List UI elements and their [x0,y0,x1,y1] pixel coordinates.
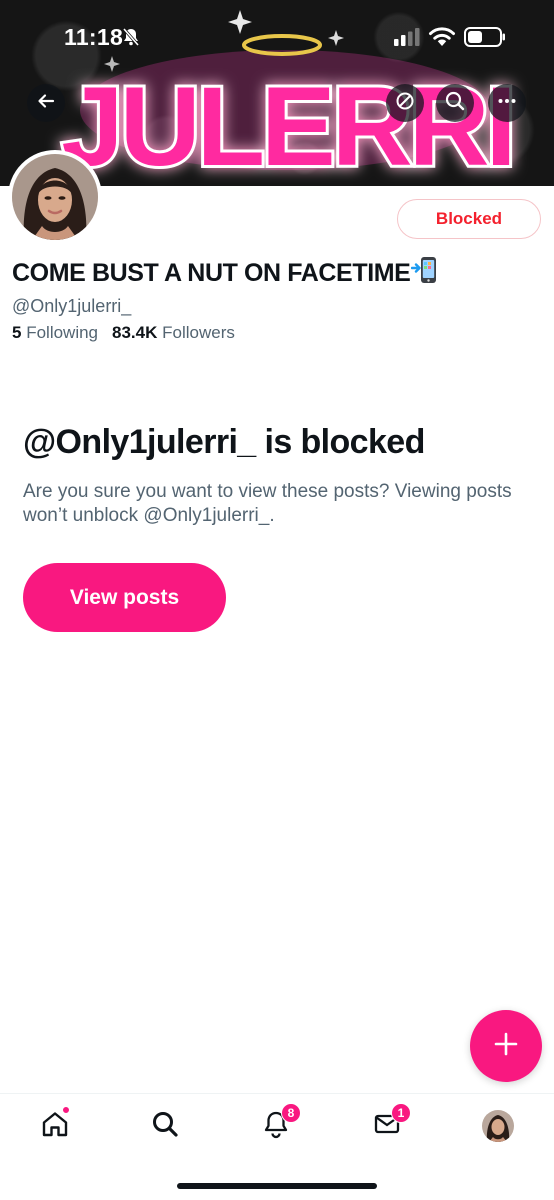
search-icon [150,1109,180,1144]
following-count: 5 [12,323,22,342]
follow-stats: 5 Following 83.4K Followers [12,323,235,343]
banner-logo-text: JULERRI [61,64,512,186]
followers-count: 83.4K [112,323,158,342]
back-arrow-icon [36,91,56,116]
plus-icon [493,1031,519,1062]
following-label: Following [26,323,99,342]
tab-home[interactable] [35,1106,75,1146]
blocked-indicator-button[interactable] [386,84,424,122]
display-name: COME BUST A NUT ON FACETIME [12,256,437,291]
display-name-text: COME BUST A NUT ON FACETIME [12,259,411,287]
blocked-notice-description: Are you sure you want to view these post… [23,481,512,526]
blocked-notice-title: @Only1julerri_ is blocked [23,423,425,461]
followers-label: Followers [162,323,235,342]
block-icon [394,90,416,117]
avatar [482,1110,514,1142]
more-button[interactable] [488,84,526,122]
home-new-dot [62,1106,70,1114]
search-icon [444,90,466,117]
followers-link[interactable]: 83.4K Followers [112,323,235,342]
profile-avatar[interactable] [8,150,102,244]
wifi-icon [428,26,456,53]
status-time: 11:18 [64,24,124,50]
tab-profile[interactable] [478,1106,518,1146]
messages-badge: 1 [391,1103,411,1123]
home-indicator [177,1183,377,1189]
profile-handle: @Only1julerri_ [12,296,132,316]
following-link[interactable]: 5 Following [12,323,98,342]
profile-banner[interactable]: JULERRI 11:18 [0,0,554,186]
tab-messages[interactable]: 1 [367,1103,411,1146]
search-button[interactable] [436,84,474,122]
compose-post-button[interactable] [470,1010,542,1082]
blocked-button[interactable]: Blocked [397,199,541,239]
signal-icon [394,28,420,51]
back-button[interactable] [27,84,65,122]
phone-with-arrow-icon [411,256,437,291]
tab-notifications[interactable]: 8 [256,1103,301,1146]
tab-search[interactable] [145,1106,185,1146]
battery-icon [464,27,506,52]
view-posts-button[interactable]: View posts [23,563,226,632]
more-icon [496,90,518,117]
status-bar: 11:18 [0,0,554,76]
avatar-photo [12,154,98,240]
bell-slash-icon [121,27,141,52]
notifications-badge: 8 [281,1103,301,1123]
